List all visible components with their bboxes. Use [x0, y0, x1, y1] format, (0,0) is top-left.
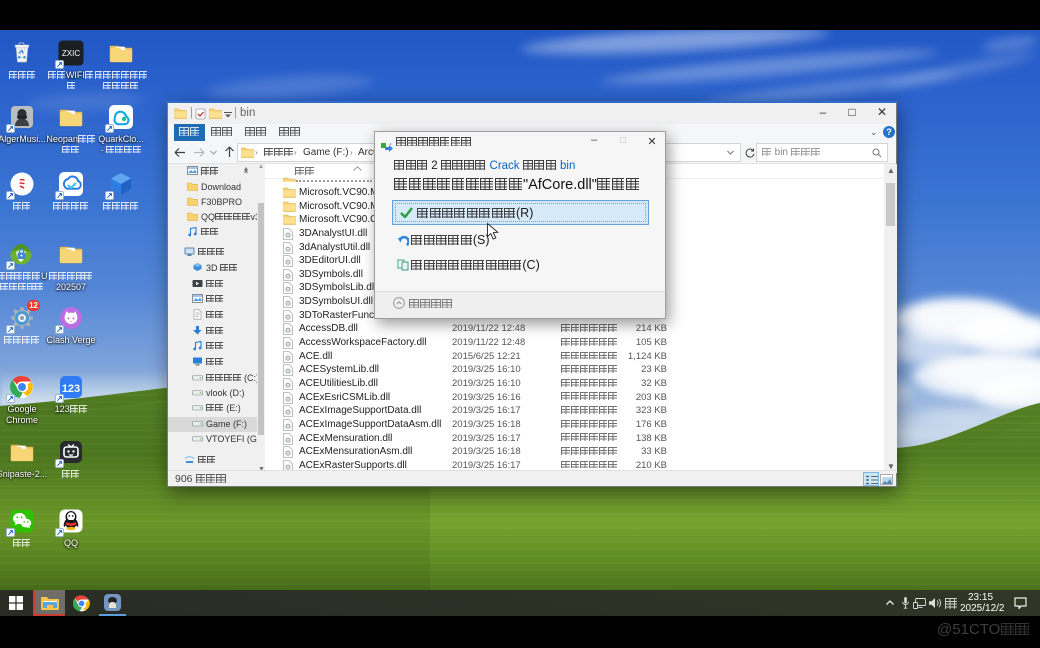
svg-text:123: 123 — [62, 383, 80, 395]
svg-text:ZXIC: ZXIC — [62, 49, 80, 58]
